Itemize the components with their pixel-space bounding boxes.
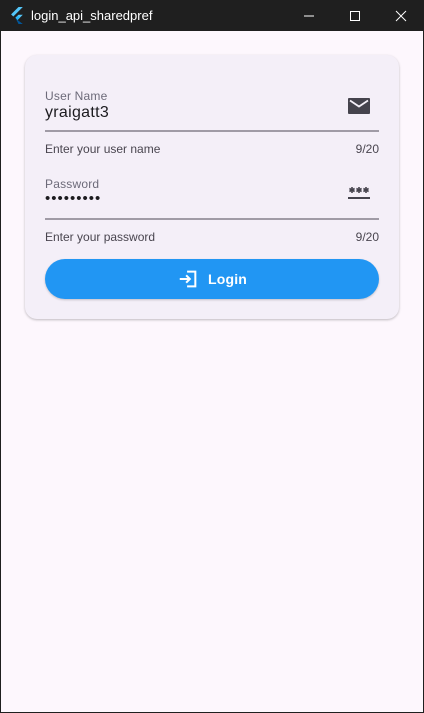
email-icon — [348, 98, 370, 114]
password-counter: 9/20 — [355, 230, 379, 244]
password-icon — [348, 187, 370, 199]
password-value[interactable]: ••••••••• — [45, 190, 101, 207]
password-input[interactable]: Password ••••••••• — [45, 177, 379, 220]
app-content: User Name yraigatt3 Enter your user name… — [1, 31, 423, 712]
minimize-button[interactable] — [286, 0, 332, 31]
username-counter: 9/20 — [355, 142, 379, 156]
login-card: User Name yraigatt3 Enter your user name… — [25, 55, 399, 319]
app-window: login_api_sharedpref User Name yraigatt3 — [0, 0, 424, 713]
username-field[interactable]: User Name yraigatt3 Enter your user name… — [45, 89, 379, 162]
username-helper-row: Enter your user name 9/20 — [45, 142, 379, 162]
minimize-icon — [304, 15, 314, 16]
login-icon — [179, 270, 197, 288]
title-bar[interactable]: login_api_sharedpref — [0, 0, 424, 31]
maximize-button[interactable] — [332, 0, 378, 31]
close-button[interactable] — [378, 0, 424, 31]
password-field[interactable]: Password ••••••••• Enter your password 9… — [45, 177, 379, 250]
maximize-icon — [350, 10, 360, 21]
username-label: User Name — [45, 89, 108, 103]
close-icon — [395, 10, 407, 21]
password-helper-row: Enter your password 9/20 — [45, 230, 379, 250]
window-title: login_api_sharedpref — [31, 8, 153, 23]
username-value[interactable]: yraigatt3 — [45, 104, 109, 122]
password-helper-text: Enter your password — [45, 230, 156, 244]
username-input[interactable]: User Name yraigatt3 — [45, 89, 379, 132]
login-button-label: Login — [207, 271, 248, 287]
login-button[interactable]: Login — [45, 259, 379, 299]
flutter-logo-icon — [11, 7, 23, 24]
password-label: Password — [45, 177, 100, 191]
username-helper-text: Enter your user name — [45, 142, 161, 156]
